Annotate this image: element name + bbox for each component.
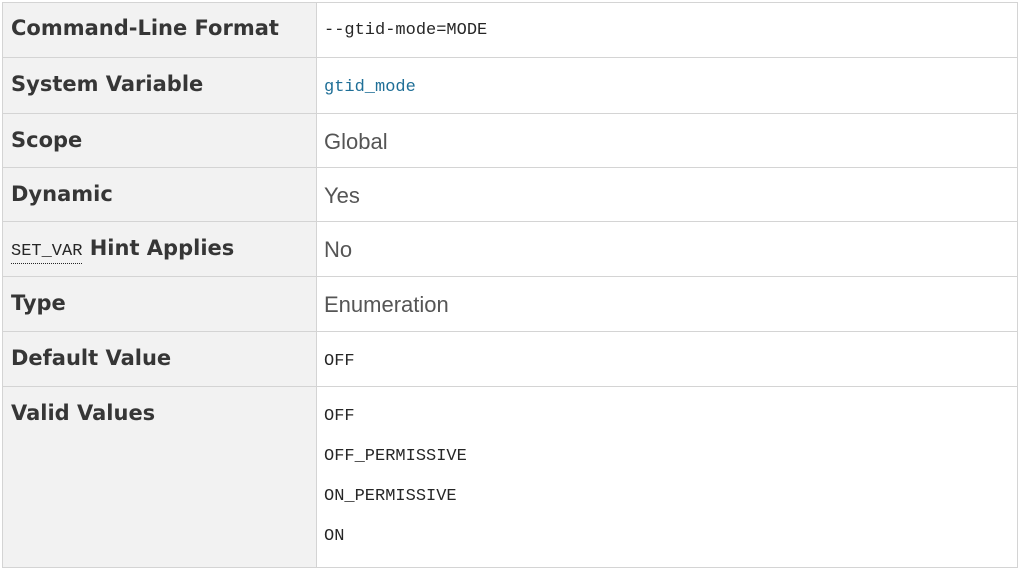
table-row-default-value: Default Value OFF bbox=[2, 331, 1018, 387]
row-value-cell: OFF bbox=[316, 331, 1018, 387]
row-value-cell: --gtid-mode=MODE bbox=[316, 2, 1018, 58]
row-value-cell: No bbox=[316, 221, 1018, 277]
row-value-cell: Yes bbox=[316, 167, 1018, 222]
set-var-code-link[interactable]: SET_VAR bbox=[11, 242, 83, 264]
set-var-hint-value: No bbox=[324, 237, 353, 262]
row-value-cell: gtid_mode bbox=[316, 57, 1018, 114]
row-label: Dynamic bbox=[2, 167, 317, 222]
row-label: Default Value bbox=[2, 331, 317, 387]
valid-values-list: OFF OFF_PERMISSIVE ON_PERMISSIVE ON bbox=[324, 387, 1017, 567]
table-row-set-var-hint: SET_VAR Hint Applies No bbox=[2, 221, 1018, 277]
list-item: OFF bbox=[324, 407, 355, 426]
table-row-type: Type Enumeration bbox=[2, 276, 1018, 332]
default-value: OFF bbox=[324, 352, 355, 371]
table-row-valid-values: Valid Values OFF OFF_PERMISSIVE ON_PERMI… bbox=[2, 386, 1018, 568]
list-item: ON bbox=[324, 527, 345, 546]
table-row-command-line-format: Command-Line Format --gtid-mode=MODE bbox=[2, 2, 1018, 58]
dynamic-value: Yes bbox=[324, 183, 360, 208]
list-item: ON_PERMISSIVE bbox=[324, 487, 457, 506]
variable-info-table: Command-Line Format --gtid-mode=MODE Sys… bbox=[2, 2, 1018, 568]
table-row-scope: Scope Global bbox=[2, 113, 1018, 168]
table-row-dynamic: Dynamic Yes bbox=[2, 167, 1018, 222]
row-value-cell: Global bbox=[316, 113, 1018, 168]
row-value-cell: OFF OFF_PERMISSIVE ON_PERMISSIVE ON bbox=[316, 386, 1018, 568]
list-item: OFF_PERMISSIVE bbox=[324, 447, 467, 466]
scope-value: Global bbox=[324, 129, 388, 154]
row-label: Type bbox=[2, 276, 317, 332]
row-label: Scope bbox=[2, 113, 317, 168]
row-value-cell: Enumeration bbox=[316, 276, 1018, 332]
row-label: SET_VAR Hint Applies bbox=[2, 221, 317, 277]
table-row-system-variable: System Variable gtid_mode bbox=[2, 57, 1018, 114]
system-variable-link[interactable]: gtid_mode bbox=[324, 58, 1017, 97]
row-label: Valid Values bbox=[2, 386, 317, 568]
type-value: Enumeration bbox=[324, 292, 449, 317]
row-label: System Variable bbox=[2, 57, 317, 114]
row-label: Command-Line Format bbox=[2, 2, 317, 58]
command-line-format-value: --gtid-mode=MODE bbox=[324, 21, 488, 40]
set-var-label-text: Hint Applies bbox=[82, 236, 235, 260]
